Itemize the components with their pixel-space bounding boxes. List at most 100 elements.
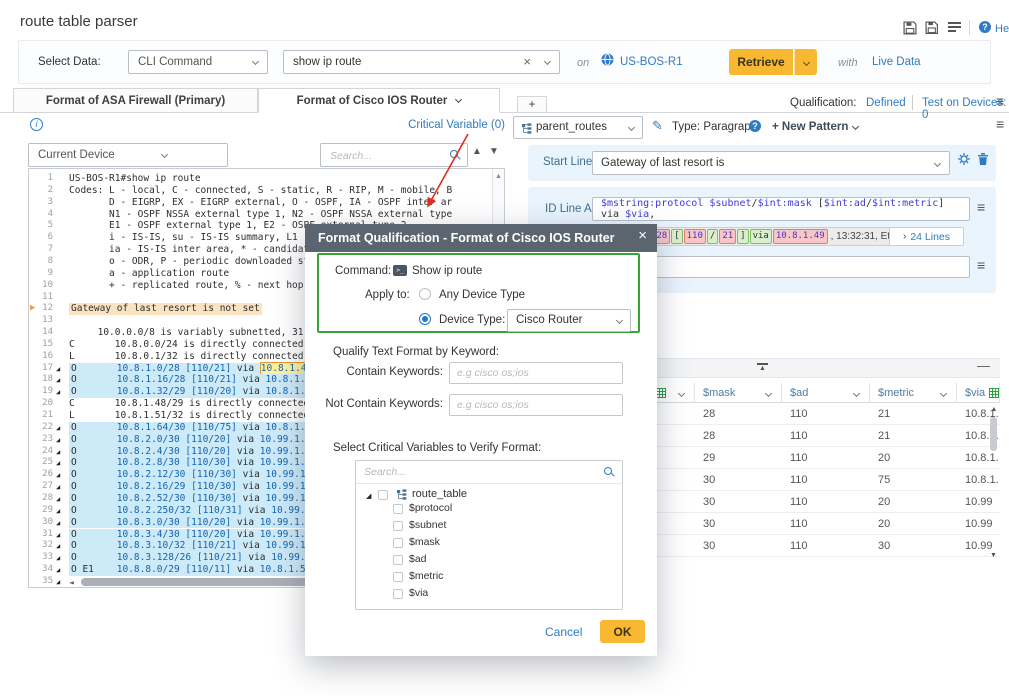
code-line[interactable]: 4 N1 - OSPF NSSA external type 1, N2 - O… [29, 209, 505, 221]
contain-keywords-input[interactable]: e.g cisco os;ios [449, 362, 623, 384]
apply-to-label: Apply to: [365, 289, 410, 301]
scroll-left-icon[interactable]: ◄ [69, 577, 74, 588]
variable-checkbox[interactable] [393, 504, 403, 514]
variable-checkbox[interactable] [393, 555, 403, 565]
qualification-value[interactable]: Defined [866, 97, 906, 109]
tree-expand-icon[interactable]: ◢ [366, 492, 371, 500]
code-line[interactable]: 2Codes: L - local, C - connected, S - st… [29, 185, 505, 197]
tree-search-input[interactable]: Search... [356, 461, 622, 484]
chevron-down-icon[interactable] [678, 390, 685, 397]
column-header[interactable]: $mask [695, 383, 782, 403]
chevron-down-icon[interactable] [940, 390, 947, 397]
select-data-label: Select Data: [38, 56, 101, 68]
cancel-button[interactable]: Cancel [545, 625, 582, 639]
help-icon[interactable]: ? [979, 21, 991, 33]
menu-icon[interactable]: ≡ [996, 94, 1004, 108]
device-globe-icon [601, 53, 614, 66]
device-link[interactable]: US-BOS-R1 [620, 56, 683, 68]
code-line[interactable]: 1US-BOS-R1#show ip route [29, 173, 505, 185]
not-contain-keywords-input[interactable]: e.g cisco os;ios [449, 394, 623, 416]
pattern-select[interactable]: parent_routes [513, 116, 643, 139]
clear-icon[interactable]: × [523, 54, 531, 69]
save-as-icon[interactable] [925, 21, 939, 35]
variable-label[interactable]: $protocol [409, 502, 452, 514]
table-cell: 110 [782, 513, 870, 535]
device-type-radio[interactable] [419, 313, 431, 325]
command-scope-group: Command: >_ Show ip route Apply to: Any … [317, 253, 640, 333]
data-type-select[interactable]: CLI Command [128, 50, 268, 74]
variable-label[interactable]: $ad [409, 553, 427, 565]
search-next-button[interactable]: ▼ [489, 146, 499, 157]
start-line-input[interactable]: Gateway of last resort is [592, 151, 950, 175]
command-input[interactable]: show ip route × [283, 50, 560, 74]
type-help-icon[interactable]: ? [749, 120, 761, 132]
column-header[interactable]: $metric [870, 383, 957, 403]
variable-checkbox[interactable] [393, 538, 403, 548]
code-text: Codes: L - local, C - connected, S - sta… [69, 185, 452, 197]
id-line-menu-icon[interactable]: ≡ [977, 200, 985, 214]
fold-marker-icon[interactable]: ◢ [56, 577, 60, 588]
route-table-checkbox[interactable] [378, 490, 388, 500]
search-prev-button[interactable]: ▲ [472, 146, 482, 157]
scroll-down-icon[interactable]: ▼ [990, 552, 997, 559]
device-type-select[interactable]: Cisco Router [507, 309, 631, 332]
code-line[interactable]: 3 D - EIGRP, EX - EIGRP external, O - OS… [29, 197, 505, 209]
collapse-handle-arrow[interactable]: ▲ [759, 365, 766, 372]
edit-pencil-icon[interactable]: ✎ [652, 118, 663, 134]
line-number: 26 [29, 469, 53, 481]
variable-checkbox[interactable] [393, 589, 403, 599]
minimize-icon[interactable]: — [977, 358, 990, 373]
tab-cisco-ios-router[interactable]: Format of Cisco IOS Router [258, 88, 500, 113]
expand-lines-button[interactable]: › 24 Lines [889, 228, 963, 245]
line-number: 32 [29, 540, 53, 552]
tree-icon [396, 489, 407, 500]
variable-label[interactable]: $via [409, 587, 428, 599]
trash-icon[interactable] [977, 152, 989, 166]
tree-root-label[interactable]: route_table [412, 488, 467, 500]
help-link[interactable]: Help [995, 23, 1009, 35]
save-icon[interactable] [903, 21, 917, 35]
ok-button[interactable]: OK [600, 620, 645, 643]
variable-label[interactable]: $subnet [409, 519, 446, 531]
table-cell: 29 [695, 447, 782, 469]
any-device-type-label: Any Device Type [439, 289, 525, 301]
scrollbar-thumb[interactable] [990, 417, 997, 451]
variable-label[interactable]: $metric [409, 570, 443, 582]
variable-checkbox[interactable] [393, 521, 403, 531]
dialog-header[interactable]: Format Qualification - Format of Cisco I… [305, 224, 657, 252]
scroll-up-icon[interactable]: ▲ [493, 173, 504, 180]
line-number: 17 [29, 363, 53, 375]
header-divider [969, 20, 970, 35]
variable-checkbox[interactable] [393, 572, 403, 582]
end-line-menu-icon[interactable]: ≡ [977, 258, 985, 272]
critical-section-label: Select Critical Variables to Verify Form… [333, 442, 541, 454]
table-scrollbar[interactable]: ▲ ▼ [988, 403, 1000, 559]
retrieve-dropdown-button[interactable] [794, 49, 817, 75]
live-data-link[interactable]: Live Data [872, 56, 921, 68]
chevron-down-icon [544, 58, 551, 65]
chevron-down-icon[interactable] [765, 390, 772, 397]
search-icon[interactable] [450, 150, 458, 158]
current-device-select[interactable]: Current Device [28, 143, 228, 167]
add-tab-button[interactable]: + [517, 96, 547, 113]
column-header[interactable]: $ad [782, 383, 870, 403]
gear-icon[interactable] [957, 152, 971, 166]
tab-asa-firewall[interactable]: Format of ASA Firewall (Primary) [13, 88, 258, 113]
table-cell: 28 [695, 425, 782, 447]
id-line-input[interactable]: $mstring:protocol $subnet/$int:mask [$in… [592, 197, 970, 221]
variable-label[interactable]: $mask [409, 536, 440, 548]
chevron-down-icon[interactable] [853, 390, 860, 397]
table-cell: 30 [695, 513, 782, 535]
search-icon[interactable] [604, 467, 612, 475]
close-icon[interactable]: × [638, 227, 647, 244]
retrieve-button[interactable]: Retrieve [729, 49, 793, 75]
view-log-icon[interactable] [948, 22, 961, 32]
column-header[interactable]: $via [957, 383, 1000, 403]
any-device-type-radio[interactable] [419, 288, 431, 300]
pattern-menu-icon[interactable]: ≡ [996, 117, 1004, 131]
scroll-up-icon[interactable]: ▲ [988, 406, 1000, 413]
new-pattern-button[interactable]: + New Pattern [772, 121, 848, 133]
info-icon[interactable]: i [30, 118, 43, 131]
critical-variable-link[interactable]: Critical Variable (0) [395, 119, 505, 131]
code-search-input[interactable]: Search... [320, 143, 468, 167]
